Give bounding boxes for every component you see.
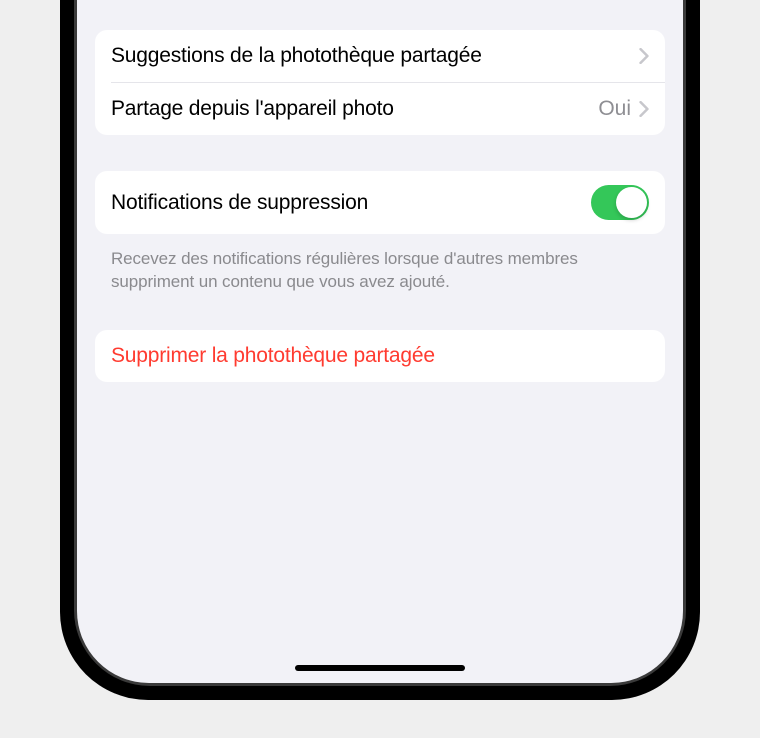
- phone-inner-border: Suggestions de la photothèque partagée P…: [74, 0, 686, 686]
- suggestions-cell[interactable]: Suggestions de la photothèque partagée: [95, 30, 665, 82]
- camera-sharing-value: Oui: [598, 97, 631, 121]
- settings-content: Suggestions de la photothèque partagée P…: [77, 30, 683, 382]
- chevron-right-icon: [639, 101, 649, 117]
- delete-library-label: Supprimer la photothèque partagée: [111, 344, 649, 368]
- toggle-knob: [616, 187, 647, 218]
- delete-library-cell[interactable]: Supprimer la photothèque partagée: [95, 330, 665, 382]
- settings-group-sharing: Suggestions de la photothèque partagée P…: [95, 30, 665, 135]
- notifications-footer-text: Recevez des notifications régulières lor…: [95, 240, 665, 294]
- phone-frame: Suggestions de la photothèque partagée P…: [60, 0, 700, 700]
- deletion-notifications-cell: Notifications de suppression: [95, 171, 665, 234]
- deletion-notifications-label: Notifications de suppression: [111, 191, 591, 215]
- suggestions-label: Suggestions de la photothèque partagée: [111, 44, 639, 68]
- settings-group-delete: Supprimer la photothèque partagée: [95, 330, 665, 382]
- camera-sharing-label: Partage depuis l'appareil photo: [111, 97, 598, 121]
- chevron-right-icon: [639, 48, 649, 64]
- camera-sharing-cell[interactable]: Partage depuis l'appareil photo Oui: [95, 83, 665, 135]
- screen: Suggestions de la photothèque partagée P…: [77, 0, 683, 683]
- home-indicator[interactable]: [295, 665, 465, 671]
- settings-group-notifications: Notifications de suppression: [95, 171, 665, 234]
- deletion-notifications-toggle[interactable]: [591, 185, 649, 220]
